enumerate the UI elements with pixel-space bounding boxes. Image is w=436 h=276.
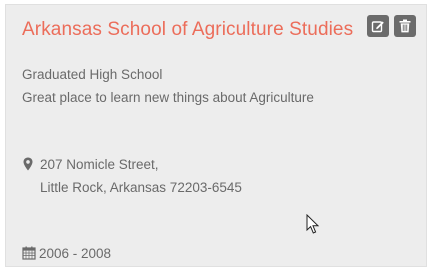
map-marker-icon: [23, 157, 33, 171]
mouse-pointer-icon: [306, 214, 320, 234]
degree-text: Graduated High School: [22, 67, 163, 82]
education-card: Arkansas School of Agriculture Studies G…: [5, 4, 427, 267]
calendar-icon: [22, 246, 36, 260]
description-text: Great place to learn new things about Ag…: [22, 90, 314, 105]
delete-button[interactable]: [394, 15, 416, 37]
trash-icon: [399, 19, 411, 33]
school-title: Arkansas School of Agriculture Studies: [22, 19, 354, 40]
edit-icon: [371, 21, 384, 33]
card-actions: [367, 15, 416, 37]
date-range: 2006 - 2008: [39, 246, 112, 261]
edit-button[interactable]: [367, 15, 389, 37]
address-line-2: Little Rock, Arkansas 72203-6545: [40, 180, 242, 195]
address-line-1: 207 Nomicle Street,: [40, 157, 159, 172]
